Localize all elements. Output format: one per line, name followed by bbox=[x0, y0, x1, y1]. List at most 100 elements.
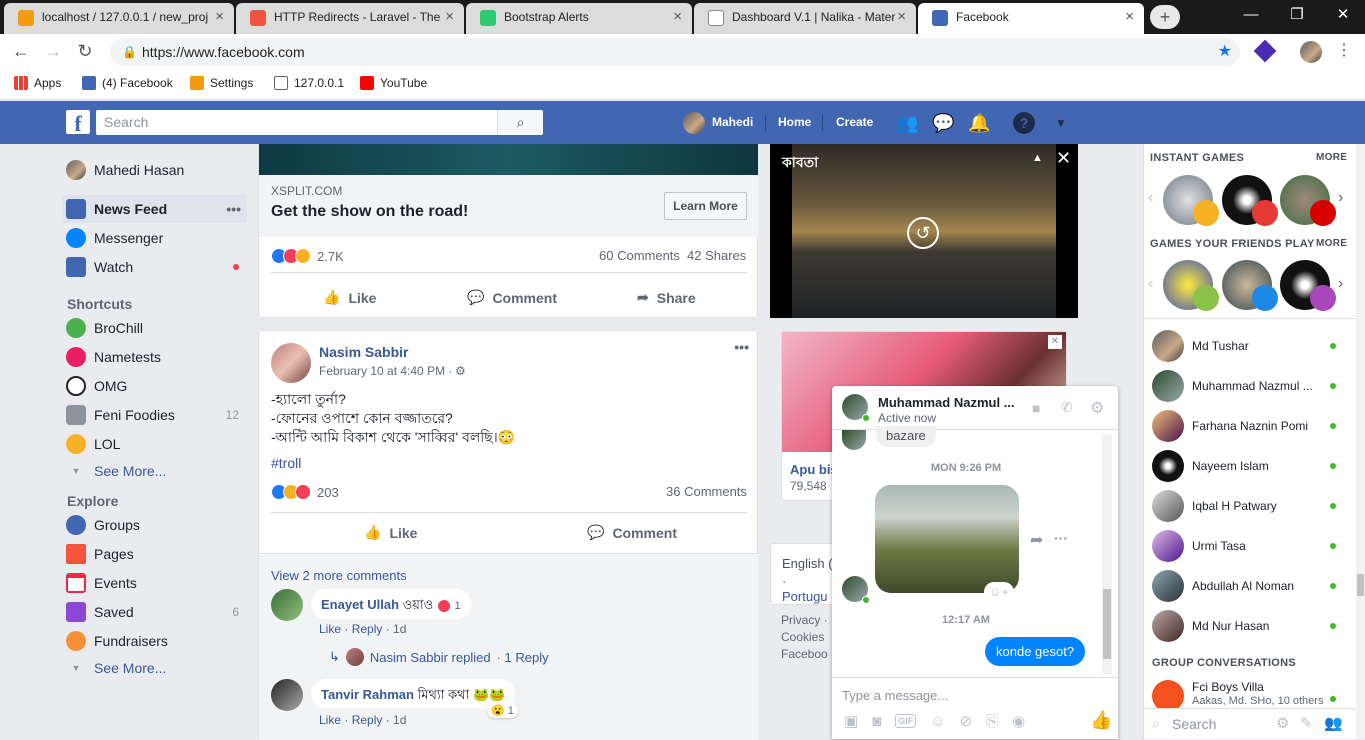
language-portuguese[interactable]: · Portugu bbox=[782, 574, 834, 604]
search-input[interactable]: Search ⌕ bbox=[96, 110, 543, 135]
message-bubble-sent[interactable]: konde gesot? bbox=[985, 637, 1086, 666]
tab-laravel[interactable]: HTTP Redirects - Laravel - The × bbox=[236, 3, 464, 34]
facebook-logo[interactable]: f bbox=[66, 110, 90, 136]
bookmark-star-icon[interactable]: ★ bbox=[1218, 38, 1232, 66]
see-more-shortcuts[interactable]: ▼ See More... bbox=[62, 457, 247, 485]
learn-more-button[interactable]: Learn More bbox=[664, 192, 747, 220]
like-button[interactable]: 👍 Like bbox=[323, 289, 376, 306]
explore-groups[interactable]: Groups bbox=[62, 511, 247, 539]
shortcut-nametests[interactable]: Nametests bbox=[62, 343, 247, 371]
video-player[interactable]: কাবতা ▲ ✕ ↺ bbox=[770, 144, 1078, 318]
shortcut-feni-foodies[interactable]: Feni Foodies 12 bbox=[62, 401, 247, 429]
sticker-icon[interactable]: ◙ bbox=[872, 713, 881, 730]
shortcut-omg[interactable]: OMG bbox=[62, 372, 247, 400]
more-options-icon[interactable]: ••• bbox=[226, 201, 241, 217]
page-name[interactable]: Apu bis bbox=[790, 462, 838, 477]
messenger-icon[interactable]: 💬 bbox=[932, 112, 954, 134]
maximize-button[interactable]: ❐ bbox=[1274, 0, 1320, 32]
create-link[interactable]: Create bbox=[836, 101, 873, 144]
see-more-explore[interactable]: ▼ See More... bbox=[62, 654, 247, 682]
message-bubble-received[interactable]: bazare bbox=[876, 426, 936, 447]
group-conversation-item[interactable]: Fci Boys Villa Aakas, Md. SHo, 10 others bbox=[1152, 680, 1352, 712]
emoji-icon[interactable]: ☺ bbox=[930, 713, 945, 730]
author-avatar[interactable] bbox=[271, 343, 311, 383]
comment-count[interactable]: 36 Comments bbox=[666, 484, 747, 499]
close-window-button[interactable]: ✕ bbox=[1320, 0, 1365, 32]
reload-button[interactable]: ↻ bbox=[72, 40, 98, 64]
more-options-icon[interactable]: ··· bbox=[1054, 530, 1068, 546]
forward-button[interactable]: → bbox=[40, 40, 66, 64]
friend-requests-icon[interactable]: 👥 bbox=[896, 112, 918, 134]
close-tab-icon[interactable]: × bbox=[897, 3, 906, 31]
post-options-icon[interactable]: ••• bbox=[734, 339, 749, 355]
view-more-comments[interactable]: View 2 more comments bbox=[271, 568, 407, 583]
close-tab-icon[interactable]: × bbox=[445, 3, 454, 31]
ad-image[interactable] bbox=[259, 144, 758, 175]
commenter-avatar[interactable] bbox=[271, 679, 303, 711]
attachment-icon[interactable]: ⎘ bbox=[986, 713, 998, 730]
minimize-button[interactable]: — bbox=[1228, 0, 1274, 32]
shortcut-brochill[interactable]: BroChill bbox=[62, 314, 247, 342]
chat-contact-name[interactable]: Muhammad Nazmul ... bbox=[878, 395, 1015, 410]
post-author[interactable]: Nasim Sabbir bbox=[319, 344, 408, 360]
message-photo[interactable] bbox=[875, 485, 1019, 593]
sidebar-item-messenger[interactable]: Messenger bbox=[62, 224, 247, 252]
share-button[interactable]: ➦ Share bbox=[637, 289, 696, 306]
comment-time[interactable]: 1d bbox=[393, 622, 406, 636]
shortcut-lol[interactable]: LOL bbox=[62, 430, 247, 458]
privacy-link[interactable]: Privacy · bbox=[781, 612, 828, 629]
new-message-icon[interactable]: ✎ bbox=[1300, 714, 1313, 732]
friends-games-more[interactable]: MORE bbox=[1316, 238, 1347, 249]
contact-item[interactable]: Md Tushar bbox=[1152, 330, 1352, 362]
search-icon[interactable]: ⌕ bbox=[497, 110, 543, 135]
explore-saved[interactable]: Saved 6 bbox=[62, 598, 247, 626]
contact-item[interactable]: Abdullah Al Noman bbox=[1152, 570, 1352, 602]
forward-icon[interactable]: ➦ bbox=[1030, 530, 1043, 550]
chevron-right-icon[interactable]: › bbox=[1338, 189, 1343, 207]
chevron-right-icon[interactable]: › bbox=[1338, 275, 1343, 293]
share-count[interactable]: 42 Shares bbox=[687, 248, 746, 263]
explore-pages[interactable]: Pages bbox=[62, 540, 247, 568]
contact-item[interactable]: Urmi Tasa bbox=[1152, 530, 1352, 562]
page-scrollbar[interactable] bbox=[1356, 144, 1365, 739]
comment-like-link[interactable]: Like bbox=[319, 713, 341, 727]
message-input[interactable]: Type a message... bbox=[842, 688, 948, 703]
replay-icon[interactable]: ↺ bbox=[907, 217, 939, 249]
bookmark-localhost[interactable]: 127.0.0.1 bbox=[274, 76, 344, 90]
post-time[interactable]: February 10 at 4:40 PM · bbox=[319, 364, 452, 378]
camera-icon[interactable]: ◉ bbox=[1012, 712, 1025, 730]
back-button[interactable]: ← bbox=[8, 40, 34, 64]
camera-effects-icon[interactable]: ⊘ bbox=[960, 712, 973, 730]
hashtag-link[interactable]: #troll bbox=[271, 455, 301, 471]
thumbs-up-icon[interactable]: 👍 bbox=[1090, 710, 1112, 731]
bookmark-youtube[interactable]: YouTube bbox=[360, 76, 427, 90]
menu-dots-icon[interactable]: ⋮ bbox=[1336, 40, 1352, 60]
home-link[interactable]: Home bbox=[778, 101, 811, 144]
new-tab-button[interactable]: + bbox=[1150, 5, 1180, 29]
reaction-summary[interactable]: 2.7K bbox=[271, 248, 344, 264]
close-tab-icon[interactable]: × bbox=[215, 3, 224, 31]
profile-avatar[interactable] bbox=[1300, 41, 1322, 63]
reaction-count-badge[interactable]: 😮 1 bbox=[487, 703, 518, 718]
replies-link[interactable]: ↳ Nasim Sabbir replied · 1 Reply bbox=[329, 648, 549, 666]
phone-icon[interactable]: ✆ bbox=[1061, 399, 1073, 416]
tab-dashboard[interactable]: Dashboard V.1 | Nalika - Mater × bbox=[694, 3, 916, 34]
chevron-left-icon[interactable]: ‹ bbox=[1148, 275, 1153, 293]
comment-like-link[interactable]: Like bbox=[319, 622, 341, 636]
comment-reply-link[interactable]: Reply bbox=[352, 622, 383, 636]
sidebar-item-watch[interactable]: Watch bbox=[62, 253, 247, 281]
collapse-icon[interactable]: ▲ bbox=[1032, 152, 1043, 164]
extension-icon[interactable] bbox=[1253, 39, 1277, 63]
comment-count[interactable]: 60 Comments bbox=[599, 248, 680, 263]
photo-icon[interactable]: ▣ bbox=[844, 712, 858, 730]
scrollbar-thumb[interactable] bbox=[1357, 574, 1364, 596]
settings-gear-icon[interactable]: ⚙ bbox=[1090, 398, 1104, 418]
contact-item[interactable]: Nayeem Islam bbox=[1152, 450, 1352, 482]
add-reaction-icon[interactable]: ☺+ bbox=[984, 582, 1014, 602]
contact-item[interactable]: Farhana Naznin Pomi bbox=[1152, 410, 1352, 442]
bookmark-settings[interactable]: Settings bbox=[190, 76, 253, 90]
contact-item[interactable]: Iqbal H Patwary bbox=[1152, 490, 1352, 522]
help-icon[interactable]: ? bbox=[1013, 112, 1035, 134]
avatar[interactable] bbox=[683, 112, 705, 134]
comment-reply-link[interactable]: Reply bbox=[352, 713, 383, 727]
